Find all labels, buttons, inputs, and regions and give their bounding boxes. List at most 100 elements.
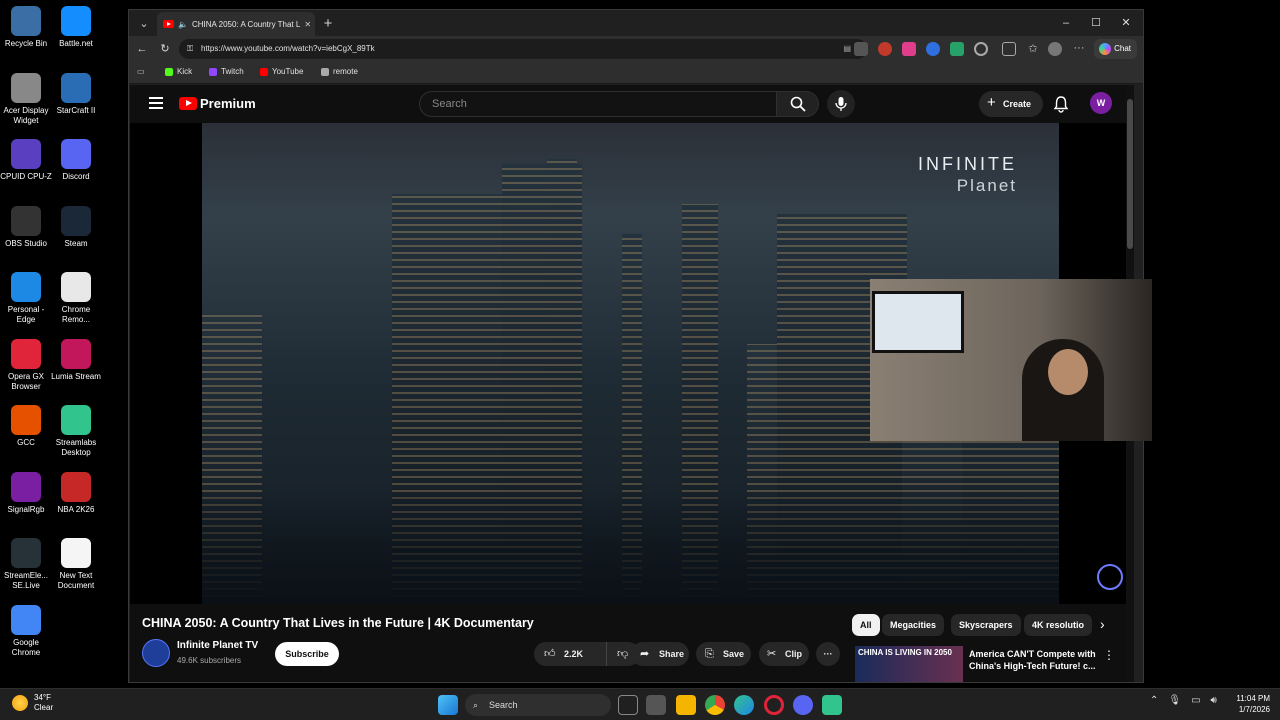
clip-button[interactable]: ✂ Clip [759,642,809,666]
reading-icon[interactable]: ▭ [137,67,145,76]
recommended-video[interactable]: CHINA IS LIVING IN 2050 America CAN'T Co… [855,646,1125,682]
search-button[interactable] [777,91,819,117]
create-button[interactable]: Create [979,90,1044,117]
desktop-icon[interactable]: CPUID CPU-Z [0,139,52,182]
profile-icon[interactable] [1048,42,1062,56]
desktop-icon-label: NBA 2K26 [57,504,95,514]
thumbs-up-icon: 👍︎ [544,648,556,660]
search-input[interactable]: Search [419,91,777,117]
volume-icon[interactable]: 🔊︎ [1211,695,1217,706]
desktop-icon[interactable]: Discord [50,139,102,182]
desktop-icon[interactable]: SignalRgb [0,471,52,515]
extension-red-icon[interactable] [878,42,892,56]
tray-chevron-icon[interactable]: ⌃ [1150,695,1158,706]
extension-icon[interactable] [854,42,868,56]
tab-list-button[interactable]: ⌄ [133,14,155,32]
widgets-icon[interactable] [646,695,666,715]
chrome-taskbar-icon[interactable] [705,695,725,715]
favorite-remote[interactable]: remote [321,67,358,76]
maximize-button[interactable]: ☐ [1081,14,1111,32]
task-view-icon[interactable] [618,695,638,715]
desktop-icon[interactable]: Chrome Remo... [50,272,102,325]
chips-next-arrow-icon[interactable]: › [1100,616,1105,632]
desktop-icon[interactable]: Lumia Stream [50,338,102,382]
refresh-extension-icon[interactable] [974,42,988,56]
chip-3[interactable]: 4K resolutio [1024,614,1093,636]
scrollbar-thumb[interactable] [1127,99,1133,249]
desktop-icon[interactable]: StarCraft II [50,72,102,116]
weather-widget[interactable]: 34°F Clear [12,693,53,713]
more-actions-button[interactable]: ··· [816,642,840,666]
desktop-icon[interactable]: NBA 2K26 [50,471,102,515]
start-windows-icon[interactable] [438,695,458,715]
menu-icon[interactable] [149,97,163,109]
webcam-face [1048,349,1088,395]
refresh-button[interactable]: ↻ [156,40,174,58]
desktop-icon-label: Acer Display Widget [3,105,49,125]
favorite-twitch[interactable]: Twitch [209,67,244,76]
desktop-icon[interactable]: OBS Studio [0,205,52,249]
file-explorer-icon[interactable] [676,695,696,715]
desktop-icon[interactable]: Streamlabs Desktop [50,405,102,458]
discord-taskbar-icon[interactable] [793,695,813,715]
extensions-puzzle-icon[interactable] [1002,42,1016,56]
clock[interactable]: 11:04 PM 1/7/2026 [1236,693,1270,715]
desktop-icon[interactable]: Google Chrome [0,604,52,658]
favorite-kick[interactable]: Kick [165,67,192,76]
split-screen-icon[interactable]: ▤ [843,39,851,59]
desktop-icon[interactable]: StreamEle... SE.Live [0,538,52,591]
channel-avatar[interactable] [142,639,170,667]
save-button[interactable]: ⎘ Save [696,642,751,666]
microphone-icon [835,97,847,111]
subscribe-button[interactable]: Subscribe [275,642,339,666]
desktop-icon[interactable]: Steam [50,205,102,249]
extension-blue-icon[interactable] [926,42,940,56]
youtube-premium-logo[interactable]: Premium [179,96,256,111]
more-menu-icon[interactable]: ··· [1072,42,1086,56]
desktop-icon[interactable]: Battle.net [50,6,102,49]
tab-active[interactable]: 🔈 CHINA 2050: A Country That L ✕ [157,12,315,36]
favorite-icon [209,67,217,76]
recommended-thumbnail[interactable]: CHINA IS LIVING IN 2050 [855,646,963,682]
opera-gx-taskbar-icon[interactable] [764,695,784,715]
streamlabs-taskbar-icon[interactable] [822,695,842,715]
desktop-icon[interactable]: New Text Document [50,538,102,591]
address-bar[interactable]: ⚿ https://www.youtube.com/watch?v=iebCgX… [179,39,867,59]
account-avatar[interactable]: W [1090,92,1112,114]
microphone-tray-icon[interactable]: 🎙︎ [1168,695,1181,706]
close-window-button[interactable]: ✕ [1111,14,1141,32]
desktop-icon[interactable]: Acer Display Widget [0,72,52,126]
notifications-bell-icon[interactable] [1052,95,1070,113]
extension-pink-icon[interactable] [902,42,916,56]
favorites-icon[interactable]: ✩ [1026,42,1040,56]
starcraft-icon [61,72,91,103]
taskbar-search[interactable]: ⌕ Search [465,694,611,716]
like-count: 2.2K [564,649,584,659]
speaker-icon[interactable]: 🔈 [178,20,188,29]
voice-search-button[interactable] [827,90,855,118]
share-button[interactable]: ➦ Share [631,642,689,666]
desktop-icon[interactable]: Personal - Edge [0,272,52,325]
minimize-button[interactable]: – [1051,14,1081,32]
favorite-youtube[interactable]: YouTube [260,67,303,76]
desktop-icon[interactable]: GCC [0,405,52,448]
edge-taskbar-icon[interactable] [734,695,754,715]
chip-0[interactable]: All [852,614,880,636]
network-icon[interactable]: ▭ [1191,695,1200,706]
signalrgb-icon [11,471,41,502]
video-info: CHINA 2050: A Country That Lives in the … [130,604,1134,682]
recommended-title[interactable]: America CAN'T Compete with China's High-… [969,648,1099,672]
back-button[interactable]: ← [133,40,151,58]
chip-1[interactable]: Megacities [882,614,945,636]
copilot-chat-button[interactable]: Chat [1094,39,1137,59]
extension-green-icon[interactable] [950,42,964,56]
desktop-icon[interactable]: Opera GX Browser [0,338,52,392]
desktop-icon[interactable]: Recycle Bin [0,6,52,49]
like-button[interactable]: 👍︎ 2.2K [534,642,606,666]
new-tab-button[interactable]: + [317,14,339,32]
globe-icon[interactable] [1097,564,1123,590]
channel-name[interactable]: Infinite Planet TV [177,640,258,651]
recommended-more-icon[interactable]: ⋮ [1103,648,1115,662]
chip-2[interactable]: Skyscrapers [951,614,1021,636]
close-tab-icon[interactable]: ✕ [304,20,311,29]
